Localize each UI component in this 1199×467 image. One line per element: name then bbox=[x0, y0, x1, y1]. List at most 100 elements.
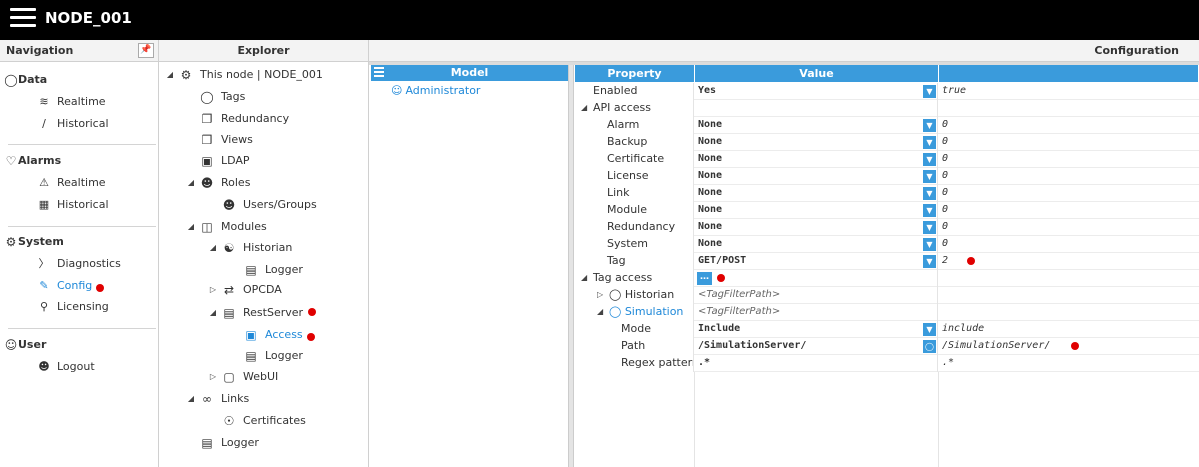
grid-row-enabled[interactable]: Enabled Yes ▼ true bbox=[575, 83, 1199, 100]
change-marker bbox=[1071, 342, 1079, 350]
logout-icon: ☻ bbox=[38, 360, 50, 373]
browser-icon: ▢ bbox=[223, 370, 235, 384]
copy-icon: ❐ bbox=[201, 112, 213, 126]
dropdown-button[interactable]: ▼ bbox=[923, 221, 936, 234]
server-icon: ▤ bbox=[223, 306, 235, 320]
tag-icon: ◯ bbox=[609, 288, 625, 301]
dropdown-button[interactable]: ▼ bbox=[923, 119, 936, 132]
column-header-default[interactable] bbox=[939, 65, 1199, 82]
dropdown-button[interactable]: ▼ bbox=[923, 238, 936, 251]
document-icon: ▤ bbox=[201, 436, 213, 450]
document-icon: ▤ bbox=[245, 263, 257, 277]
gear-icon: ⚙ bbox=[5, 235, 17, 249]
nav-group-system: System bbox=[18, 235, 64, 248]
alarm-realtime-icon: ⚠ bbox=[39, 176, 49, 189]
dropdown-button[interactable]: ▼ bbox=[923, 204, 936, 217]
table-icon: ▦ bbox=[38, 198, 50, 211]
id-card-icon: ▣ bbox=[201, 154, 213, 168]
column-divider bbox=[694, 372, 695, 467]
tag-icon: ◯ bbox=[609, 305, 625, 318]
grid-row-redundancy[interactable]: Redundancy None ▼ 0 bbox=[575, 219, 1199, 236]
dropdown-button[interactable]: ▼ bbox=[923, 187, 936, 200]
model-item-administrator[interactable]: ☺ Administrator bbox=[391, 84, 480, 97]
grid-row-link[interactable]: Link None ▼ 0 bbox=[575, 185, 1199, 202]
collapse-icon[interactable]: ◢ bbox=[208, 305, 218, 321]
expand-icon[interactable]: ▷ bbox=[208, 369, 218, 385]
collapse-icon[interactable]: ◢ bbox=[186, 175, 196, 191]
model-header: Model bbox=[371, 65, 568, 81]
app-title: NODE_001 bbox=[45, 9, 132, 27]
change-marker bbox=[717, 274, 725, 282]
dropdown-button[interactable]: ▼ bbox=[923, 255, 936, 268]
user-icon: ☺ bbox=[391, 84, 403, 97]
nav-group-data: Data bbox=[18, 73, 48, 86]
collapse-icon[interactable]: ◢ bbox=[186, 391, 196, 407]
grid-row-regex-pattern[interactable]: Regex pattern .* .* bbox=[575, 355, 1199, 372]
collapse-icon[interactable]: ◢ bbox=[581, 270, 587, 286]
column-divider bbox=[938, 372, 939, 467]
collapse-icon[interactable]: ◢ bbox=[597, 304, 603, 320]
windows-icon: ❒ bbox=[201, 133, 213, 147]
dropdown-button[interactable]: ▼ bbox=[923, 153, 936, 166]
dropdown-button[interactable]: ▼ bbox=[923, 85, 936, 98]
collapse-icon[interactable]: ◢ bbox=[186, 219, 196, 235]
grid-row-historian[interactable]: ▷ ◯ Historian <TagFilterPath> bbox=[575, 287, 1199, 304]
collapse-icon[interactable]: ◢ bbox=[165, 67, 175, 83]
tag-icon: ◯ bbox=[200, 90, 214, 104]
configuration-pane: Configuration Model ☺ Administrator Prope… bbox=[369, 40, 1199, 467]
dropdown-button[interactable]: ▼ bbox=[923, 323, 936, 336]
change-marker bbox=[307, 333, 315, 341]
collapse-icon[interactable]: ◢ bbox=[581, 100, 587, 116]
grid-row-alarm[interactable]: Alarm None ▼ 0 bbox=[575, 117, 1199, 134]
document-icon: ▤ bbox=[245, 349, 257, 363]
explorer-pane: Explorer ◢ ⚙ This node | NODE_001 ◯ Tags… bbox=[159, 40, 369, 467]
dropdown-button[interactable]: ▼ bbox=[923, 136, 936, 149]
grid-row-tag[interactable]: Tag GET/POST ▼ 2 bbox=[575, 253, 1199, 270]
tag-picker-button[interactable]: ◯ bbox=[923, 340, 936, 353]
certificate-icon: ☉ bbox=[223, 414, 235, 428]
change-marker bbox=[967, 257, 975, 265]
panel-splitter[interactable] bbox=[568, 65, 574, 467]
nav-divider bbox=[8, 328, 156, 329]
grid-row-license[interactable]: License None ▼ 0 bbox=[575, 168, 1199, 185]
database-icon: ☯ bbox=[223, 241, 235, 255]
dropdown-button[interactable]: ▼ bbox=[923, 170, 936, 183]
grid-group-api-access[interactable]: ◢ API access bbox=[575, 100, 1199, 117]
grid-row-module[interactable]: Module None ▼ 0 bbox=[575, 202, 1199, 219]
expand-icon[interactable]: ▷ bbox=[597, 287, 603, 303]
column-header-value[interactable]: Value bbox=[695, 65, 939, 82]
grid-group-tag-access[interactable]: ◢ Tag access … bbox=[575, 270, 1199, 287]
nav-group-alarms: Alarms bbox=[18, 154, 62, 167]
explorer-header: Explorer bbox=[159, 40, 368, 62]
node-gears-icon: ⚙ bbox=[180, 68, 192, 82]
grid-row-certificate[interactable]: Certificate None ▼ 0 bbox=[575, 151, 1199, 168]
bell-icon: ♡ bbox=[5, 154, 17, 168]
navigation-title: Navigation bbox=[6, 44, 74, 57]
nav-divider bbox=[8, 226, 156, 227]
grid-row-simulation[interactable]: ◢ ◯ Simulation <TagFilterPath> bbox=[575, 304, 1199, 321]
model-title: Model bbox=[450, 66, 489, 79]
pulse-icon: 〉 bbox=[38, 257, 50, 270]
exchange-icon: ⇄ bbox=[223, 283, 235, 297]
grid-row-path[interactable]: Path /SimulationServer/ ◯ /SimulationSer… bbox=[575, 338, 1199, 355]
nav-divider bbox=[8, 144, 156, 145]
grid-row-system[interactable]: System None ▼ 0 bbox=[575, 236, 1199, 253]
grid-row-mode[interactable]: Mode Include ▼ include bbox=[575, 321, 1199, 338]
id-badge-icon: ▣ bbox=[245, 328, 257, 342]
model-panel: Model ☺ Administrator bbox=[371, 65, 568, 467]
link-icon: ∞ bbox=[202, 392, 212, 406]
hamburger-menu-icon[interactable] bbox=[10, 8, 36, 30]
grid-row-backup[interactable]: Backup None ▼ 0 bbox=[575, 134, 1199, 151]
column-header-property[interactable]: Property bbox=[575, 65, 695, 82]
rss-icon: ≋ bbox=[39, 95, 49, 108]
ellipsis-button[interactable]: … bbox=[697, 272, 712, 285]
pin-icon[interactable]: 📌 bbox=[138, 43, 154, 58]
line-chart-icon: ∕ bbox=[42, 117, 46, 130]
expand-icon[interactable]: ▷ bbox=[208, 282, 218, 298]
change-marker bbox=[308, 308, 316, 316]
users-icon: ☻ bbox=[200, 176, 214, 190]
collapse-icon[interactable]: ◢ bbox=[208, 240, 218, 256]
change-marker bbox=[96, 284, 104, 292]
menu-icon[interactable] bbox=[374, 67, 384, 79]
user-icon: ☺ bbox=[4, 338, 18, 352]
